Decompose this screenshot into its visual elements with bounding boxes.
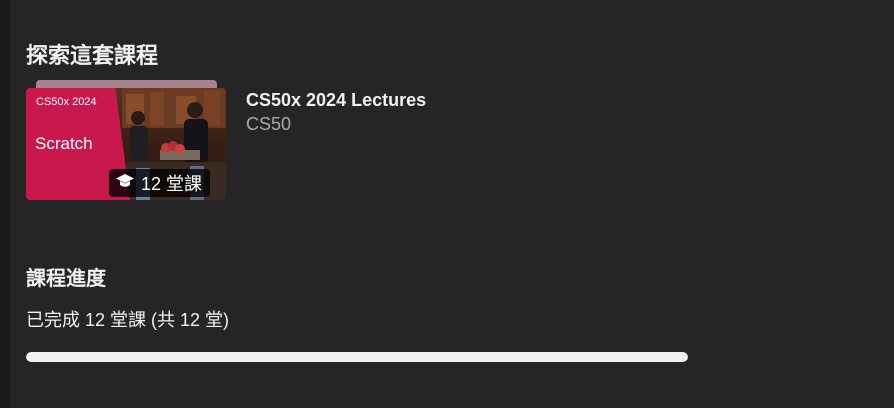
course-title[interactable]: CS50x 2024 Lectures xyxy=(246,88,426,112)
course-info: CS50x 2024 Lectures CS50 xyxy=(246,88,426,136)
progress-summary: 已完成 12 堂課 (共 12 堂) xyxy=(26,310,230,330)
course-panel: 探索這套課程 CS50x 2024 Scratch 12 堂課 CS50x 20… xyxy=(10,0,894,408)
section-title: 探索這套課程 xyxy=(26,43,159,68)
course-thumbnail[interactable]: CS50x 2024 Scratch 12 堂課 xyxy=(26,88,226,200)
lesson-count-label: 12 堂課 xyxy=(141,174,203,194)
playlist-stack-edge xyxy=(36,80,217,88)
left-rail xyxy=(0,0,10,408)
course-channel[interactable]: CS50 xyxy=(246,112,426,136)
thumbnail-badge: CS50x 2024 xyxy=(36,96,97,108)
progress-bar-fill xyxy=(26,352,688,362)
thumbnail-topic: Scratch xyxy=(35,134,93,153)
progress-bar xyxy=(26,352,688,362)
lesson-count-badge: 12 堂課 xyxy=(109,169,211,197)
progress-heading: 課程進度 xyxy=(26,268,106,290)
course-card[interactable]: CS50x 2024 Scratch 12 堂課 CS50x 2024 Lect… xyxy=(26,80,626,202)
graduation-cap-icon xyxy=(115,173,135,194)
